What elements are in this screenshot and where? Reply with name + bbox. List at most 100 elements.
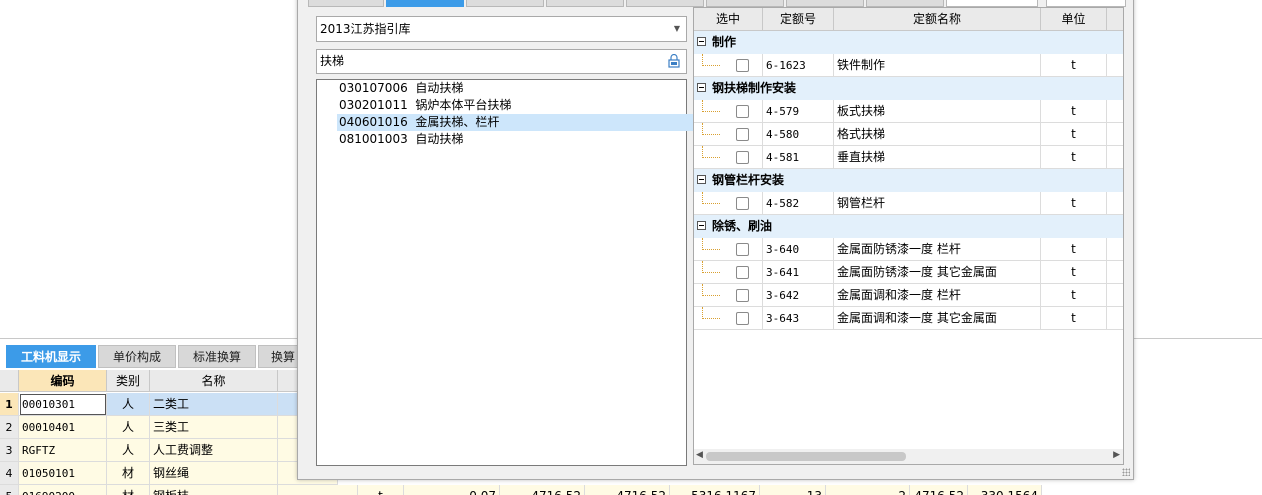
unit-cell[interactable]: t <box>1041 284 1107 307</box>
dialog-tab[interactable] <box>946 0 1038 7</box>
quota-name-cell[interactable]: 格式扶梯 <box>834 123 1041 146</box>
quota-code-cell[interactable]: 3-641 <box>763 261 834 284</box>
scrollbar-thumb[interactable] <box>706 452 906 461</box>
tab-standard-conversion[interactable]: 标准换算 <box>178 345 256 368</box>
collapse-icon[interactable] <box>697 83 706 92</box>
price-cell[interactable]: 4716.52 <box>500 485 585 495</box>
price-cell[interactable]: 4716.52 <box>910 485 968 495</box>
search-icon[interactable] <box>667 54 681 68</box>
quota-code-cell[interactable]: 3-642 <box>763 284 834 307</box>
group-row[interactable]: 钢管栏杆安装 <box>694 169 1123 192</box>
scroll-right-icon[interactable]: ▶ <box>1113 450 1120 460</box>
collapse-icon[interactable] <box>697 175 706 184</box>
quota-code-cell[interactable]: 4-579 <box>763 100 834 123</box>
unit-cell[interactable]: t <box>1041 54 1107 77</box>
chevron-down-icon[interactable]: ▼ <box>674 17 680 41</box>
quota-code-cell[interactable]: 4-580 <box>763 123 834 146</box>
list-item-selected[interactable]: 040601016 金属扶梯、栏杆 <box>337 114 693 131</box>
row-checkbox[interactable] <box>736 128 749 141</box>
row-checkbox[interactable] <box>736 59 749 72</box>
code-cell[interactable]: 01050101 <box>19 462 107 485</box>
quota-code-cell[interactable]: 4-581 <box>763 146 834 169</box>
scroll-left-icon[interactable]: ◀ <box>696 450 703 460</box>
table-row[interactable]: 3-643 金属面调和漆一度 其它金属面 t <box>694 307 1123 330</box>
quota-name-cell[interactable]: 金属面防锈漆一度 栏杆 <box>834 238 1041 261</box>
extra-cell[interactable] <box>1107 307 1123 330</box>
unit-cell[interactable]: t <box>1041 307 1107 330</box>
group-row[interactable]: 钢扶梯制作安装 <box>694 77 1123 100</box>
header-unit[interactable]: 单位 <box>1041 8 1107 31</box>
extra-cell[interactable] <box>1107 123 1123 146</box>
quota-code-cell[interactable]: 6-1623 <box>763 54 834 77</box>
unit-cell[interactable]: t <box>1041 192 1107 215</box>
header-type[interactable]: 类别 <box>107 370 150 392</box>
list-item[interactable]: 030201011 锅炉本体平台扶梯 <box>339 97 517 114</box>
dialog-tab[interactable] <box>546 0 624 7</box>
quota-code-cell[interactable]: 3-643 <box>763 307 834 330</box>
type-cell[interactable]: 人 <box>107 416 150 439</box>
header-quota-name[interactable]: 定额名称 <box>834 8 1041 31</box>
extra-cell[interactable] <box>1107 146 1123 169</box>
extra-cell[interactable] <box>1107 54 1123 77</box>
table-row[interactable]: 4-581 垂直扶梯 t <box>694 146 1123 169</box>
header-code[interactable]: 编码 <box>19 370 107 392</box>
header-select[interactable]: 选中 <box>694 8 763 31</box>
tab-resource-display[interactable]: 工料机显示 <box>6 345 96 368</box>
library-select[interactable]: 2013江苏指引库 ▼ <box>316 16 687 42</box>
quota-name-cell[interactable]: 板式扶梯 <box>834 100 1041 123</box>
quota-code-cell[interactable]: 3-640 <box>763 238 834 261</box>
row-checkbox[interactable] <box>736 243 749 256</box>
extra-cell[interactable] <box>1107 100 1123 123</box>
group-row[interactable]: 除锈、刷油 <box>694 215 1123 238</box>
horizontal-scrollbar[interactable]: ◀ ▶ <box>694 449 1123 464</box>
row-checkbox[interactable] <box>736 266 749 279</box>
group-row[interactable]: 制作 <box>694 31 1123 54</box>
dialog-tab[interactable] <box>786 0 864 7</box>
code-cell[interactable]: 01690200 <box>19 485 107 495</box>
value-cell[interactable]: 13 <box>760 485 826 495</box>
code-cell[interactable]: RGFTZ <box>19 439 107 462</box>
table-row[interactable]: 3-640 金属面防锈漆一度 栏杆 t <box>694 238 1123 261</box>
price-cell[interactable]: 4716.52 <box>585 485 670 495</box>
unit-cell[interactable]: t <box>1041 123 1107 146</box>
list-item[interactable]: 030107006 自动扶梯 <box>339 80 469 97</box>
extra-cell[interactable] <box>1107 261 1123 284</box>
extra-cell[interactable] <box>1107 192 1123 215</box>
row-checkbox[interactable] <box>736 312 749 325</box>
quota-name-cell[interactable]: 铁件制作 <box>834 54 1041 77</box>
table-row[interactable]: 4-580 格式扶梯 t <box>694 123 1123 146</box>
collapse-icon[interactable] <box>697 221 706 230</box>
table-row[interactable]: 6-1623 铁件制作 t <box>694 54 1123 77</box>
type-cell[interactable]: 材 <box>107 462 150 485</box>
table-row[interactable]: 5 01690200 材 钢板枝 t 0.07 4716.52 4716.52 … <box>0 485 1262 495</box>
resize-grip-icon[interactable] <box>1122 468 1130 476</box>
dialog-tab[interactable] <box>466 0 544 7</box>
table-row[interactable]: 3-642 金属面调和漆一度 栏杆 t <box>694 284 1123 307</box>
unit-cell[interactable]: t <box>1041 238 1107 261</box>
header-quota-code[interactable]: 定额号 <box>763 8 834 31</box>
table-row[interactable]: 3-641 金属面防锈漆一度 其它金属面 t <box>694 261 1123 284</box>
total-cell[interactable]: 330.1564 <box>968 485 1042 495</box>
collapse-icon[interactable] <box>697 37 706 46</box>
search-input[interactable]: 扶梯 <box>316 49 687 74</box>
name-cell[interactable]: 三类工 <box>150 416 278 439</box>
value-cell[interactable]: 2 <box>826 485 910 495</box>
quota-name-cell[interactable]: 金属面调和漆一度 栏杆 <box>834 284 1041 307</box>
code-cell[interactable]: 00010401 <box>19 416 107 439</box>
quota-name-cell[interactable]: 金属面调和漆一度 其它金属面 <box>834 307 1041 330</box>
dialog-tab-active[interactable] <box>386 0 464 7</box>
table-row[interactable]: 4-582 钢管栏杆 t <box>694 192 1123 215</box>
type-cell[interactable]: 材 <box>107 485 150 495</box>
quota-name-cell[interactable]: 钢管栏杆 <box>834 192 1041 215</box>
name-cell[interactable]: 钢丝绳 <box>150 462 278 485</box>
dialog-tab[interactable] <box>866 0 944 7</box>
quantity-cell[interactable]: 0.07 <box>404 485 500 495</box>
unit-cell[interactable]: t <box>358 485 404 495</box>
header-name[interactable]: 名称 <box>150 370 278 392</box>
price-cell[interactable]: 5316.1167 <box>670 485 760 495</box>
row-checkbox[interactable] <box>736 289 749 302</box>
unit-cell[interactable]: t <box>1041 146 1107 169</box>
tab-unit-price[interactable]: 单价构成 <box>98 345 176 368</box>
name-cell[interactable]: 钢板枝 <box>150 485 278 495</box>
list-item[interactable]: 081001003 自动扶梯 <box>339 131 469 148</box>
